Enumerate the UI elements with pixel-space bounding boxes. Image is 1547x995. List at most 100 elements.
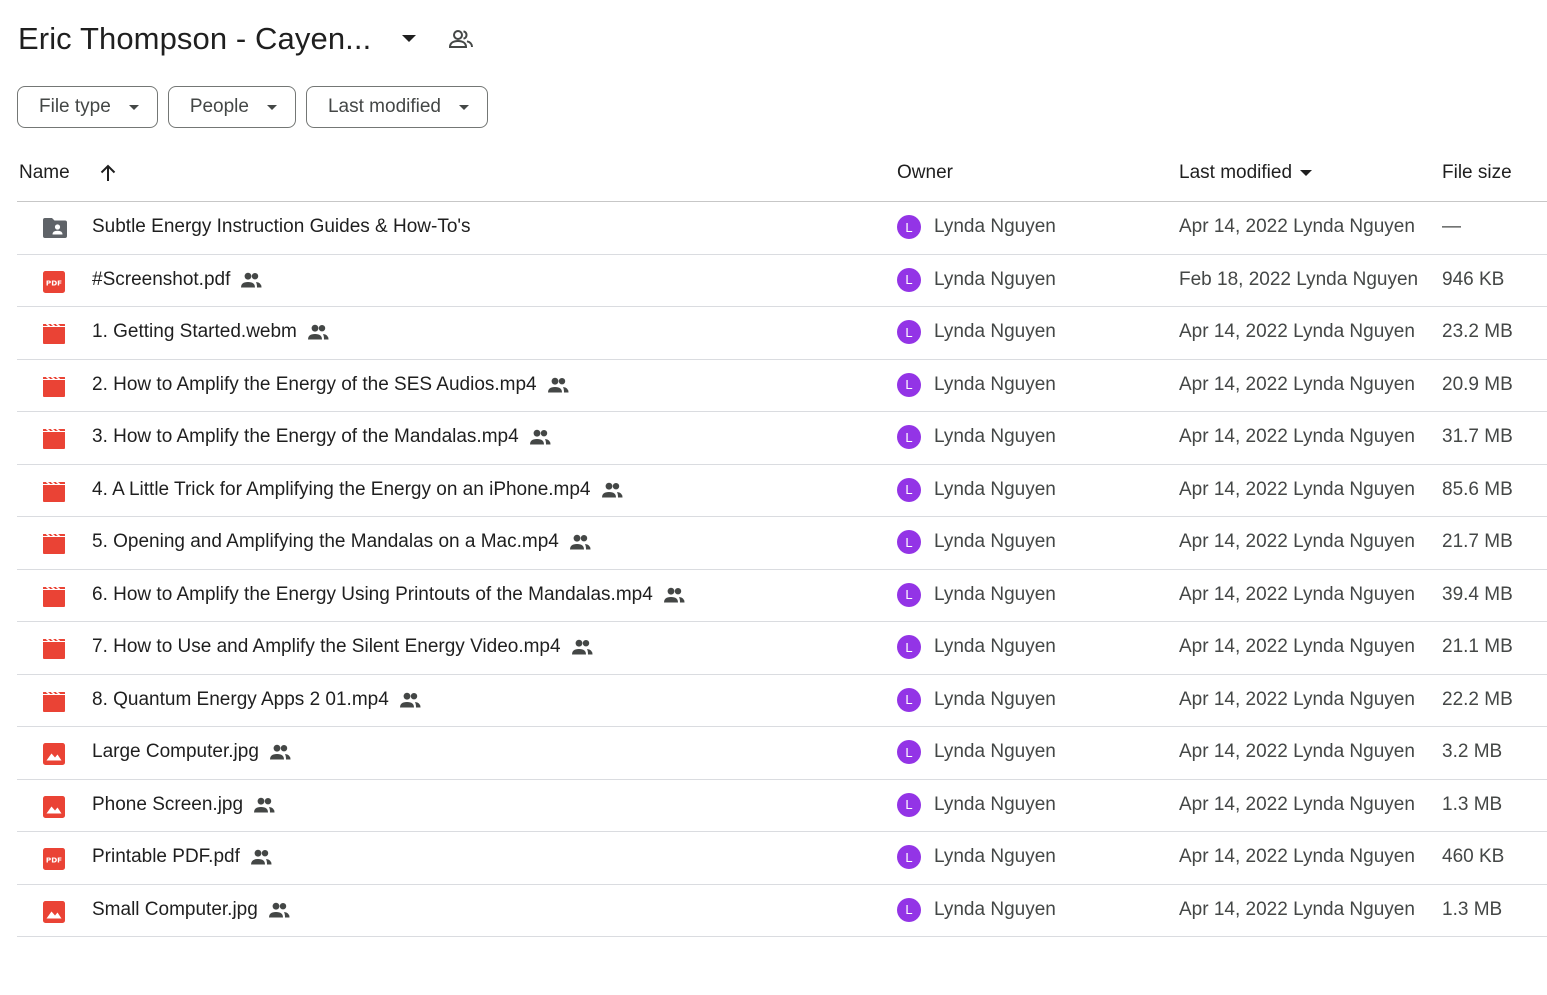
owner-name: Lynda Nguyen: [934, 898, 1056, 920]
file-size-cell: 22.2 MB: [1442, 688, 1513, 710]
shared-folder-icon: [42, 217, 67, 241]
owner-cell: L Lynda Nguyen: [897, 530, 1056, 554]
file-size-cell: 3.2 MB: [1442, 741, 1503, 762]
owner-cell: L Lynda Nguyen: [897, 687, 1056, 712]
file-name: #Screenshot.pdf: [92, 268, 231, 290]
table-row[interactable]: Subtle Energy Instruction Guides & How-T…: [17, 202, 1547, 255]
table-row[interactable]: Small Computer.jpg L Lynda Nguyen Apr 14, 2…: [17, 885, 1547, 937]
filter-bar: File type People Last modified: [17, 86, 488, 128]
file-name-cell: 6. How to Amplify the Energy Using Print…: [92, 584, 687, 606]
table-row[interactable]: 8. Quantum Energy Apps 2 01.mp4 L Lynda Ng…: [17, 675, 1547, 727]
table-row[interactable]: 4. A Little Trick for Amplifying the Ene…: [17, 465, 1547, 517]
owner-cell: L Lynda Nguyen: [897, 635, 1056, 659]
owner-cell: L Lynda Nguyen: [897, 582, 1056, 607]
owner-name: Lynda Nguyen: [934, 531, 1056, 552]
owner-cell: L Lynda Nguyen: [897, 425, 1056, 449]
table-row[interactable]: 6. How to Amplify the Energy Using Print…: [17, 570, 1547, 622]
last-modified-filter-label: Last modified: [327, 96, 441, 117]
image-file-icon: [42, 742, 66, 766]
owner-name: Lynda Nguyen: [934, 636, 1056, 657]
owner-cell: L Lynda Nguyen: [897, 740, 1056, 764]
owner-name: Lynda Nguyen: [934, 426, 1056, 447]
dropdown-caret-icon: [128, 104, 139, 110]
file-name: 8. Quantum Energy Apps 2 01.mp4: [92, 688, 389, 710]
avatar[interactable]: L: [897, 477, 921, 502]
shared-icon: [269, 742, 293, 762]
video-file-icon: [42, 375, 66, 399]
file-size-cell: 39.4 MB: [1442, 583, 1513, 605]
video-file-icon: [42, 690, 66, 714]
people-filter[interactable]: People: [167, 86, 296, 128]
column-header-last-modified[interactable]: Last modified: [1179, 162, 1313, 184]
table-row[interactable]: 5. Opening and Amplifying the Mandalas o…: [17, 517, 1547, 570]
file-name: Phone Screen.jpg: [92, 793, 244, 815]
last-modified-cell: Apr 14, 2022 Lynda Nguyen: [1179, 531, 1415, 552]
avatar[interactable]: L: [897, 740, 921, 764]
avatar[interactable]: L: [897, 582, 921, 607]
dropdown-caret-icon: [266, 104, 277, 110]
file-size-cell: 85.6 MB: [1442, 478, 1513, 500]
avatar[interactable]: L: [897, 897, 921, 922]
shared-icon: [253, 795, 277, 815]
avatar[interactable]: L: [897, 320, 921, 344]
shared-icon: [240, 270, 264, 290]
file-name-cell: 7. How to Use and Amplify the Silent Ene…: [92, 636, 595, 658]
table-row[interactable]: 2. How to Amplify the Energy of the SES …: [17, 360, 1547, 412]
table-row[interactable]: PDF Printable PDF.pdf L Lynda Nguyen Apr 14,…: [17, 832, 1547, 885]
file-type-filter-label: File type: [39, 96, 111, 117]
file-name-cell: Printable PDF.pdf: [92, 846, 274, 868]
last-modified-cell: Feb 18, 2022 Lynda Nguyen: [1179, 268, 1419, 290]
file-size-cell: —: [1442, 216, 1461, 237]
shared-people-icon[interactable]: [447, 25, 475, 53]
last-modified-cell: Apr 14, 2022 Lynda Nguyen: [1179, 636, 1415, 657]
table-body: Subtle Energy Instruction Guides & How-T…: [17, 202, 1547, 937]
last-modified-cell: Apr 14, 2022 Lynda Nguyen: [1179, 898, 1415, 920]
avatar[interactable]: L: [897, 792, 921, 817]
page-header: Eric Thompson - Cayen...: [18, 18, 475, 60]
shared-icon: [571, 637, 595, 657]
pdf-file-icon: PDF: [42, 847, 66, 871]
file-size-cell: 21.1 MB: [1442, 636, 1513, 657]
image-file-icon: [42, 900, 66, 924]
file-size-cell: 23.2 MB: [1442, 321, 1513, 342]
table-row[interactable]: 1. Getting Started.webm L Lynda Nguyen Apr …: [17, 307, 1547, 360]
avatar[interactable]: L: [897, 530, 921, 554]
shared-icon: [663, 585, 687, 605]
owner-name: Lynda Nguyen: [934, 846, 1056, 867]
table-row[interactable]: 3. How to Amplify the Energy of the Mand…: [17, 412, 1547, 465]
avatar[interactable]: L: [897, 845, 921, 869]
file-name-cell: Small Computer.jpg: [92, 899, 292, 921]
sort-ascending-icon[interactable]: [97, 162, 119, 184]
shared-icon: [399, 690, 423, 710]
avatar[interactable]: L: [897, 372, 921, 397]
dropdown-caret-icon: [1300, 170, 1313, 176]
avatar[interactable]: L: [897, 635, 921, 659]
last-modified-cell: Apr 14, 2022 Lynda Nguyen: [1179, 583, 1415, 605]
page-title[interactable]: Eric Thompson - Cayen...: [18, 21, 371, 57]
column-header-name[interactable]: Name: [19, 162, 70, 184]
avatar[interactable]: L: [897, 425, 921, 449]
arrow-drop-down-icon[interactable]: [395, 25, 423, 53]
file-name: 5. Opening and Amplifying the Mandalas o…: [92, 531, 559, 552]
file-size-cell: 21.7 MB: [1442, 531, 1513, 552]
file-name-cell: 1. Getting Started.webm: [92, 321, 331, 343]
avatar[interactable]: L: [897, 267, 921, 292]
table-row[interactable]: Phone Screen.jpg L Lynda Nguyen Apr 14, 202…: [17, 780, 1547, 832]
file-name-cell: 3. How to Amplify the Energy of the Mand…: [92, 426, 553, 448]
file-type-filter[interactable]: File type: [17, 86, 158, 128]
last-modified-cell: Apr 14, 2022 Lynda Nguyen: [1179, 373, 1415, 395]
owner-name: Lynda Nguyen: [934, 688, 1056, 710]
avatar[interactable]: L: [897, 215, 921, 239]
owner-name: Lynda Nguyen: [934, 478, 1056, 500]
table-row[interactable]: 7. How to Use and Amplify the Silent Ene…: [17, 622, 1547, 675]
last-modified-filter[interactable]: Last modified: [305, 86, 488, 128]
file-name: 2. How to Amplify the Energy of the SES …: [92, 373, 537, 395]
image-file-icon: [42, 795, 66, 819]
table-header: Name Owner Last modified File size: [17, 148, 1547, 202]
avatar[interactable]: L: [897, 687, 921, 712]
last-modified-cell: Apr 14, 2022 Lynda Nguyen: [1179, 688, 1415, 710]
last-modified-cell: Apr 14, 2022 Lynda Nguyen: [1179, 478, 1415, 500]
table-row[interactable]: Large Computer.jpg L Lynda Nguyen Apr 14, 2…: [17, 727, 1547, 780]
owner-name: Lynda Nguyen: [934, 268, 1056, 290]
table-row[interactable]: PDF #Screenshot.pdf L Lynda Nguyen Feb 18, 2…: [17, 255, 1547, 307]
